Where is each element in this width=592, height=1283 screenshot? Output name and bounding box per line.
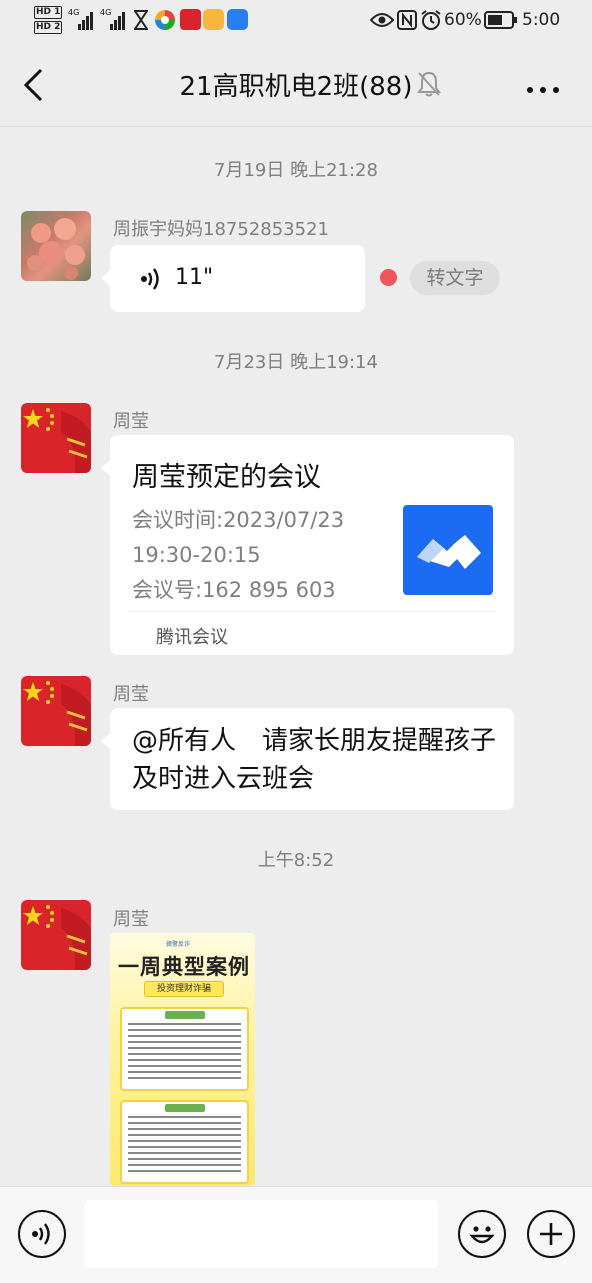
convert-to-text-button[interactable]: 转文字 — [410, 261, 500, 295]
image-message[interactable]: 赣警反诈 一周典型案例 投资理财诈骗 — [110, 933, 255, 1186]
image-brand: 赣警反诈 — [166, 941, 191, 948]
clock: 5:00 — [522, 10, 561, 30]
app-notification-icon — [227, 9, 248, 30]
voice-wave-icon — [141, 268, 159, 290]
image-title: 一周典型案例 — [118, 955, 250, 979]
input-bar — [0, 1186, 592, 1283]
voice-input-button[interactable] — [18, 1210, 66, 1258]
avatar[interactable] — [21, 403, 91, 473]
more-icon[interactable] — [526, 85, 560, 95]
card-details: 会议时间:2023/07/23 19:30-20:15 会议号:162 895 … — [132, 503, 344, 608]
sim1-label: HD 1 — [34, 6, 63, 19]
timestamp: 7月23日 晚上19:14 — [214, 352, 378, 373]
message-input[interactable] — [84, 1200, 438, 1268]
app-notification-icon — [180, 9, 201, 30]
sim2-label: HD 2 — [34, 21, 63, 34]
status-bar: HD 1 HD 2 4G 4G 60% 5:00 — [0, 0, 592, 42]
more-functions-button[interactable] — [527, 1210, 575, 1258]
timestamp: 7月19日 晚上21:28 — [214, 160, 378, 181]
sim-indicator: HD 1 HD 2 — [34, 6, 63, 34]
meeting-time-range: 19:30-20:15 — [132, 543, 261, 567]
tencent-meeting-logo — [403, 505, 493, 595]
voice-message-bubble[interactable]: 11" — [101, 245, 365, 312]
voice-duration: 11" — [175, 265, 214, 290]
unread-dot — [380, 269, 397, 286]
battery-percent: 60% — [444, 10, 482, 30]
divider — [130, 611, 494, 612]
sender-name: 周莹 — [113, 411, 149, 432]
meeting-time: 会议时间:2023/07/23 — [132, 508, 345, 532]
avatar[interactable] — [21, 900, 91, 970]
alarm-icon — [421, 10, 441, 30]
meeting-card[interactable]: 周莹预定的会议 会议时间:2023/07/23 19:30-20:15 会议号:… — [101, 435, 514, 655]
sender-name: 周莹 — [113, 909, 149, 930]
more-options-button[interactable] — [526, 80, 560, 99]
avatar[interactable] — [21, 211, 91, 281]
emoji-icon[interactable] — [465, 1217, 499, 1251]
chat-header: 21高职机电2班(88) — [0, 42, 592, 127]
hourglass-icon — [134, 10, 148, 30]
app-notification-icon — [155, 10, 175, 30]
message-text: @所有人 请家长朋友提醒孩子及时进入云班会 — [132, 726, 497, 794]
sender-name: 周莹 — [113, 684, 149, 705]
image-text-block — [120, 1007, 249, 1091]
mute-bell-icon — [417, 71, 441, 97]
sender-name: 周振宇妈妈18752853521 — [113, 219, 329, 240]
battery-icon — [484, 11, 517, 29]
chat-title: 21高职机电2班(88) — [179, 72, 413, 102]
avatar[interactable] — [21, 676, 91, 746]
app-notification-icon — [203, 9, 224, 30]
eye-icon — [370, 13, 394, 27]
meeting-id: 会议号:162 895 603 — [132, 578, 336, 602]
voice-icon[interactable] — [30, 1221, 54, 1247]
image-text-block — [120, 1100, 249, 1184]
card-source: 腾讯会议 — [156, 627, 228, 648]
plus-icon[interactable] — [538, 1221, 564, 1247]
text-message-bubble[interactable]: @所有人 请家长朋友提醒孩子及时进入云班会 — [101, 708, 514, 810]
timestamp: 上午8:52 — [257, 850, 335, 871]
nfc-icon — [397, 10, 417, 30]
emoji-button[interactable] — [458, 1210, 506, 1258]
card-title: 周莹预定的会议 — [132, 462, 321, 493]
image-subtitle: 投资理财诈骗 — [144, 981, 224, 997]
